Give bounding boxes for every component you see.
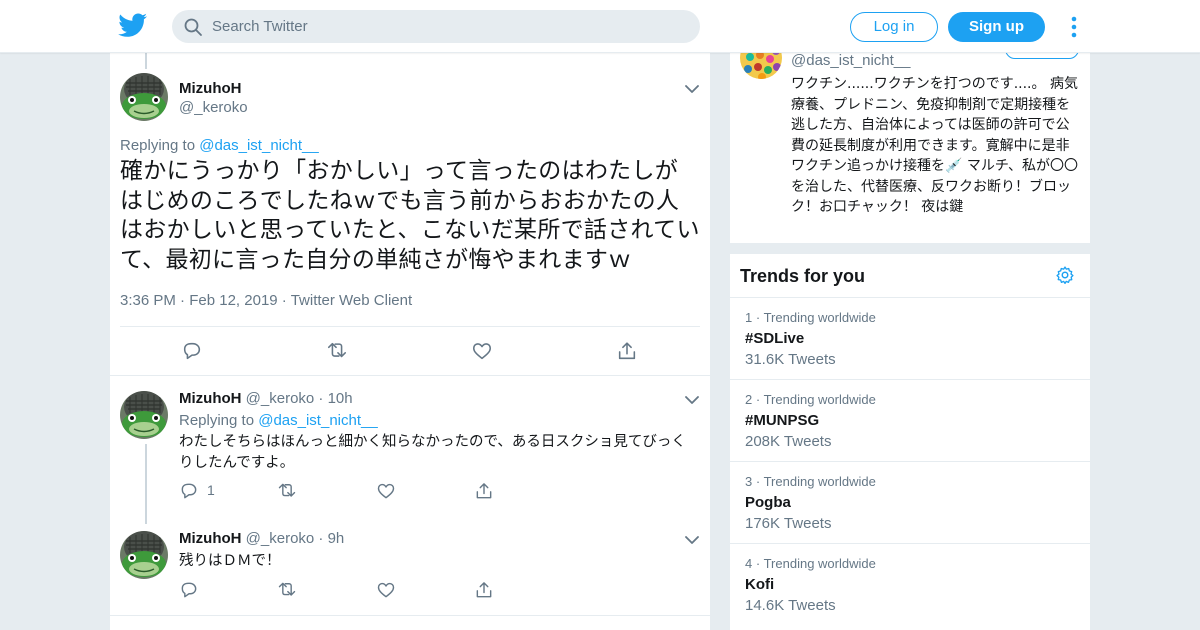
meta-separator: · <box>755 310 761 325</box>
replying-prefix: Replying to <box>179 412 255 429</box>
chevron-down-icon[interactable] <box>685 84 699 94</box>
replying-prefix: Replying to <box>120 137 196 154</box>
meta-separator: · <box>180 292 186 309</box>
trend-name[interactable]: Kofi <box>745 576 774 593</box>
replying-to: Replying to @das_ist_nicht__ <box>120 137 319 154</box>
replying-to: Replying to @das_ist_nicht__ <box>179 412 378 429</box>
profile-bio: ワクチン......ワクチンを打つのです....。 病気療養、プレドニン、免疫抑… <box>791 76 1079 215</box>
top-navigation-bar: Log in Sign up <box>0 0 1200 53</box>
author-handle[interactable]: @_keroko <box>179 99 248 116</box>
thread-connector-line <box>145 444 147 524</box>
meta-separator: · <box>755 392 761 407</box>
reply-icon[interactable] <box>179 580 199 600</box>
trend-context-label: Trending worldwide <box>763 392 876 407</box>
trend-item[interactable]: 1 · Trending worldwide #SDLive 31.6K Twe… <box>730 297 1090 379</box>
meta-separator: · <box>318 390 324 407</box>
tweet-text: 確かにうっかり「おかしい」って言ったのはわたしがはじめのころでしたねｗでも言う前… <box>120 158 700 273</box>
divider <box>110 375 710 376</box>
login-button[interactable]: Log in <box>850 12 938 42</box>
reply-icon[interactable] <box>181 340 203 362</box>
trend-tweet-count: 208K Tweets <box>745 433 832 450</box>
trend-context-label: Trending worldwide <box>763 474 876 489</box>
chevron-down-icon[interactable] <box>685 535 699 545</box>
avatar[interactable] <box>740 53 782 79</box>
trend-rank: 1 <box>745 310 753 325</box>
trend-name[interactable]: Pogba <box>745 494 791 511</box>
trends-title: Trends for you <box>740 266 866 286</box>
meta-separator: · <box>755 556 761 571</box>
replying-to-link[interactable]: @das_ist_nicht__ <box>199 137 318 154</box>
author-name[interactable]: MizuhoH <box>179 390 241 407</box>
trend-tweet-count: 176K Tweets <box>745 515 832 532</box>
trend-context: 1 · Trending worldwide <box>745 310 876 325</box>
trend-item[interactable]: 2 · Trending worldwide #MUNPSG 208K Twee… <box>730 379 1090 461</box>
trend-context: 2 · Trending worldwide <box>745 392 876 407</box>
share-icon[interactable] <box>474 481 494 501</box>
author-handle[interactable]: @_keroko <box>246 530 315 547</box>
author-handle[interactable]: @_keroko <box>246 390 315 407</box>
twitter-bird-icon[interactable] <box>118 12 148 40</box>
profile-handle[interactable]: @das_ist_nicht__ <box>791 53 910 69</box>
meta-separator: · <box>755 474 761 489</box>
trend-item[interactable]: 3 · Trending worldwide Pogba 176K Tweets <box>730 461 1090 543</box>
trend-rank: 4 <box>745 556 753 571</box>
tweet-metadata: 3:36 PM · Feb 12, 2019 · Twitter Web Cli… <box>120 292 412 309</box>
like-icon[interactable] <box>376 580 396 600</box>
author-name[interactable]: MizuhoH <box>179 80 241 97</box>
share-icon[interactable] <box>616 340 638 362</box>
tweet-thread-column: MizuhoH @_keroko Replying to @das_ist_ni… <box>110 53 710 630</box>
trend-tweet-count: 31.6K Tweets <box>745 351 836 368</box>
tweet-source: Twitter Web Client <box>290 292 413 309</box>
trend-item[interactable]: 4 · Trending worldwide Kofi 14.6K Tweets <box>730 543 1090 625</box>
avatar[interactable] <box>120 391 168 439</box>
trend-context-label: Trending worldwide <box>763 556 876 571</box>
trend-rank: 2 <box>745 392 753 407</box>
share-icon[interactable] <box>474 580 494 600</box>
tweet-age[interactable]: 10h <box>328 390 353 407</box>
trend-context-label: Trending worldwide <box>763 310 876 325</box>
avatar[interactable] <box>120 531 168 579</box>
more-options-icon[interactable] <box>1066 14 1082 40</box>
search-input[interactable] <box>212 10 682 43</box>
avatar[interactable] <box>120 73 168 121</box>
retweet-icon[interactable] <box>326 340 348 362</box>
like-icon[interactable] <box>471 340 493 362</box>
author-name[interactable]: MizuhoH <box>179 530 241 547</box>
like-icon[interactable] <box>376 481 396 501</box>
search-icon <box>184 18 202 36</box>
meta-separator: · <box>318 530 324 547</box>
thread-connector-line <box>145 53 147 69</box>
reply-icon[interactable] <box>179 481 199 501</box>
divider <box>110 615 710 616</box>
trend-name[interactable]: #MUNPSG <box>745 412 819 429</box>
trend-context: 4 · Trending worldwide <box>745 556 876 571</box>
profile-card: @das_ist_nicht__ ワクチン......ワクチンを打つのです...… <box>730 53 1090 243</box>
follow-button[interactable] <box>1005 53 1079 59</box>
search-box[interactable] <box>172 10 700 43</box>
signup-button[interactable]: Sign up <box>948 12 1045 42</box>
trends-panel: Trends for you 1 · Trending worldwide #S… <box>730 254 1090 630</box>
reply-header: MizuhoH @_keroko · 10h <box>179 390 353 407</box>
reply-header: MizuhoH @_keroko · 9h <box>179 530 344 547</box>
tweet-time[interactable]: 3:36 PM <box>120 292 176 309</box>
retweet-icon[interactable] <box>277 580 297 600</box>
trend-name[interactable]: #SDLive <box>745 330 804 347</box>
trend-context: 3 · Trending worldwide <box>745 474 876 489</box>
tweet-age[interactable]: 9h <box>328 530 345 547</box>
retweet-icon[interactable] <box>277 481 297 501</box>
divider <box>120 326 700 327</box>
meta-separator: · <box>281 292 287 309</box>
reply-count: 1 <box>207 482 215 498</box>
replying-to-link[interactable]: @das_ist_nicht__ <box>258 412 377 429</box>
trend-rank: 3 <box>745 474 753 489</box>
tweet-text: 残りはＤＭで！ <box>179 553 281 569</box>
trend-tweet-count: 14.6K Tweets <box>745 597 836 614</box>
tweet-text: わたしそちらはほんっと細かく知らなかったので、ある日スクショ見てびっくりしたんで… <box>179 434 686 471</box>
chevron-down-icon[interactable] <box>685 395 699 405</box>
tweet-date[interactable]: Feb 12, 2019 <box>189 292 277 309</box>
gear-icon[interactable] <box>1055 265 1075 285</box>
